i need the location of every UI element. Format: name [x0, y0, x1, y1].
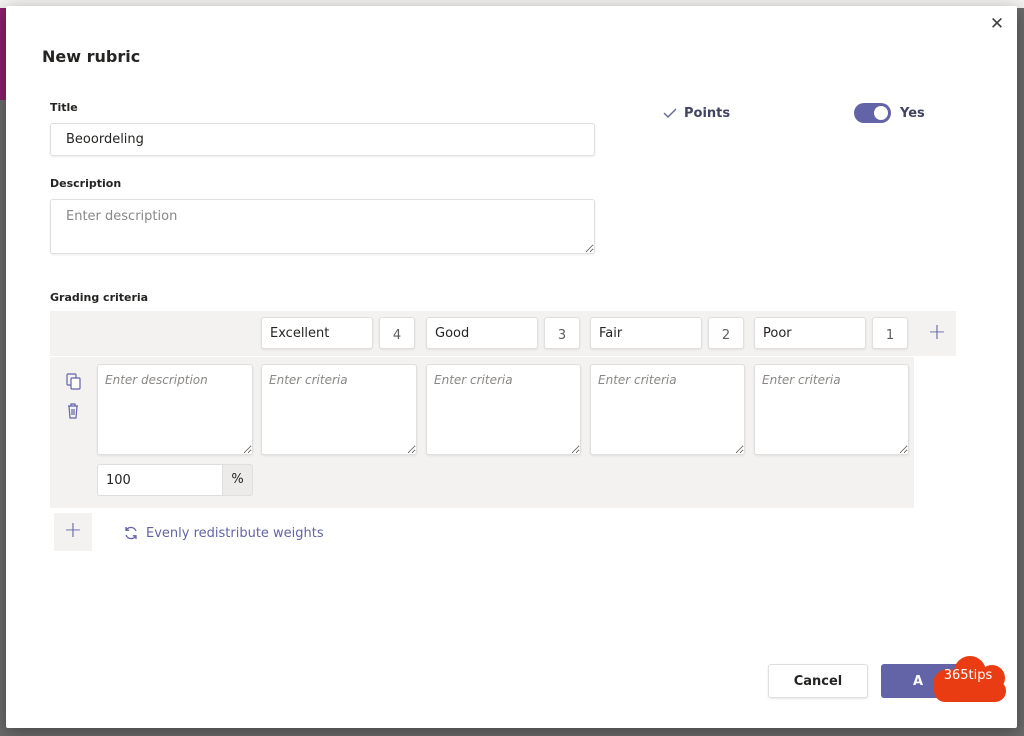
points-label: Points: [684, 106, 731, 121]
level-points-input-1[interactable]: [379, 317, 415, 349]
grading-criteria-label: Grading criteria: [50, 291, 149, 304]
redistribute-label: Evenly redistribute weights: [146, 525, 324, 541]
dialog-title: New rubric: [42, 47, 141, 66]
level-points-input-2[interactable]: [544, 317, 580, 349]
criteria-input-fair[interactable]: [590, 364, 745, 455]
level-name-input-1[interactable]: [261, 317, 373, 349]
level-points-input-4[interactable]: [872, 317, 908, 349]
description-label: Description: [50, 177, 122, 190]
365tips-watermark: 365tips: [924, 654, 1012, 706]
plus-icon: +: [63, 518, 83, 543]
title-input[interactable]: [50, 123, 595, 156]
add-level-button[interactable]: +: [918, 313, 956, 355]
criteria-input-good[interactable]: [426, 364, 581, 455]
criterion-description-input[interactable]: [97, 364, 253, 455]
criteria-input-poor[interactable]: [754, 364, 909, 455]
duplicate-icon[interactable]: [64, 372, 84, 392]
weight-input[interactable]: [97, 464, 222, 496]
close-icon: ✕: [989, 14, 1005, 34]
toggle-label: Yes: [900, 106, 925, 121]
redistribute-weights-button[interactable]: Evenly redistribute weights: [123, 525, 324, 541]
add-criterion-button[interactable]: +: [54, 513, 92, 551]
close-button[interactable]: ✕: [985, 12, 1009, 36]
level-name-input-3[interactable]: [590, 317, 702, 349]
cancel-button[interactable]: Cancel: [768, 664, 868, 698]
level-points-input-3[interactable]: [708, 317, 744, 349]
delete-icon[interactable]: [63, 401, 83, 421]
criteria-input-excellent[interactable]: [261, 364, 417, 455]
title-label: Title: [50, 101, 78, 114]
new-rubric-dialog: ✕ New rubric Title Description Points Ye…: [6, 6, 1017, 728]
points-toggle[interactable]: [854, 103, 891, 123]
level-name-input-4[interactable]: [754, 317, 866, 349]
check-icon: [663, 108, 677, 118]
weight-unit: %: [222, 464, 253, 496]
description-input[interactable]: [50, 199, 595, 254]
level-name-input-2[interactable]: [426, 317, 538, 349]
refresh-icon: [125, 526, 137, 540]
toggle-knob: [874, 106, 888, 120]
watermark-text: 365tips: [943, 668, 993, 683]
plus-icon: +: [927, 320, 947, 345]
